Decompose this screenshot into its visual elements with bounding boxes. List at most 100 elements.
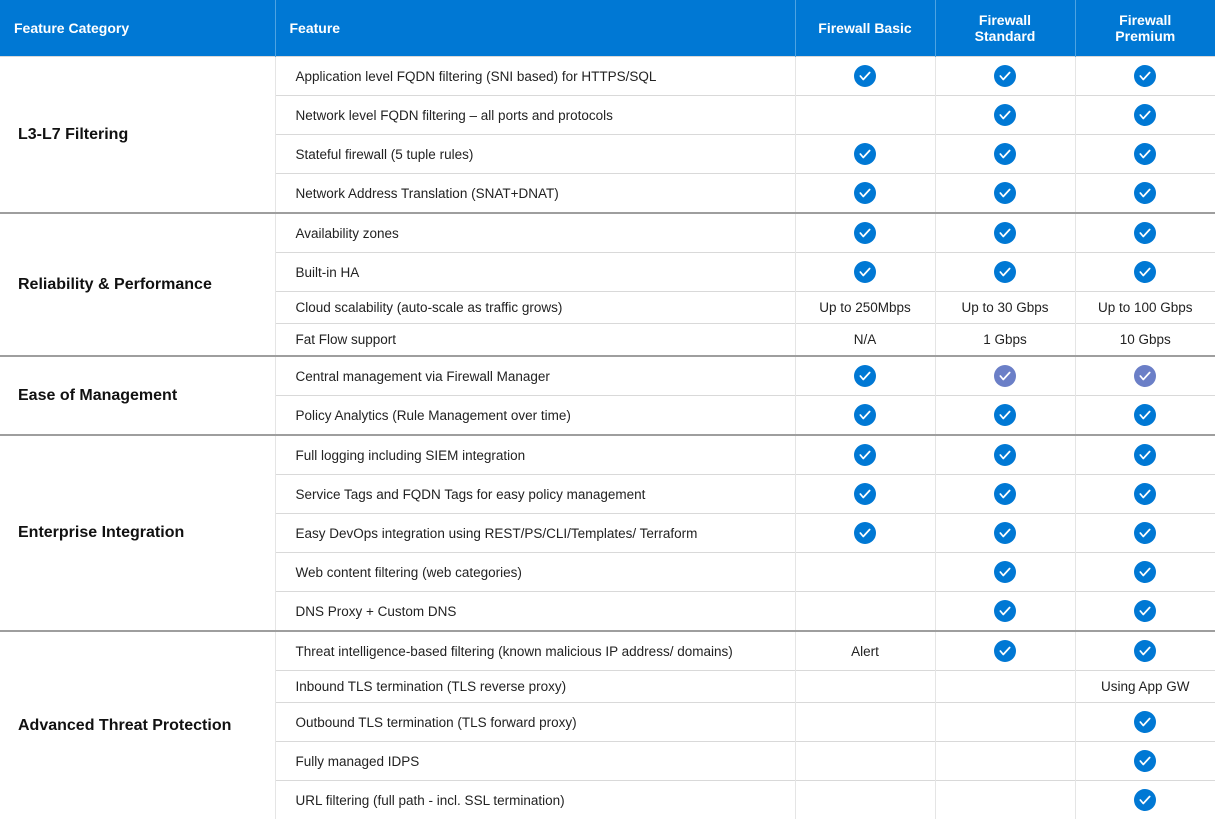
header-tier-basic: Firewall Basic (795, 0, 935, 57)
table-row: L3-L7 FilteringApplication level FQDN fi… (0, 57, 1215, 96)
check-icon (1134, 483, 1156, 505)
check-icon (1134, 182, 1156, 204)
tier-cell (935, 174, 1075, 214)
tier-cell: Using App GW (1075, 671, 1215, 703)
feature-cell: Web content filtering (web categories) (275, 553, 795, 592)
tier-cell (1075, 174, 1215, 214)
check-icon (1134, 561, 1156, 583)
feature-cell: Easy DevOps integration using REST/PS/CL… (275, 514, 795, 553)
check-icon (1134, 750, 1156, 772)
check-icon (1134, 640, 1156, 662)
category-cell: Ease of Management (0, 356, 275, 435)
tier-cell (935, 553, 1075, 592)
tier-cell (1075, 253, 1215, 292)
tier-cell (935, 396, 1075, 436)
tier-cell (935, 742, 1075, 781)
feature-cell: Availability zones (275, 213, 795, 253)
tier-cell (795, 671, 935, 703)
tier-cell (795, 213, 935, 253)
tier-cell (935, 592, 1075, 632)
tier-cell (1075, 514, 1215, 553)
tier-cell: Up to 30 Gbps (935, 292, 1075, 324)
tier-cell: 10 Gbps (1075, 324, 1215, 357)
check-icon (854, 65, 876, 87)
feature-cell: Full logging including SIEM integration (275, 435, 795, 475)
tier-cell (935, 631, 1075, 671)
tier-cell (795, 475, 935, 514)
check-icon (994, 222, 1016, 244)
tier-cell (795, 356, 935, 396)
tier-cell (935, 135, 1075, 174)
check-icon (994, 104, 1016, 126)
tier-cell (935, 514, 1075, 553)
tier-cell (795, 553, 935, 592)
check-icon (1134, 600, 1156, 622)
check-icon (1134, 104, 1156, 126)
tier-cell (795, 253, 935, 292)
feature-cell: Fat Flow support (275, 324, 795, 357)
check-icon (1134, 522, 1156, 544)
tier-cell (935, 356, 1075, 396)
tier-cell: Alert (795, 631, 935, 671)
feature-comparison-table: Feature Category Feature Firewall Basic … (0, 0, 1215, 819)
check-icon (1134, 404, 1156, 426)
feature-cell: DNS Proxy + Custom DNS (275, 592, 795, 632)
feature-cell: Network level FQDN filtering – all ports… (275, 96, 795, 135)
tier-cell (1075, 475, 1215, 514)
tier-cell (1075, 396, 1215, 436)
tier-cell (935, 435, 1075, 475)
check-icon (854, 483, 876, 505)
tier-cell: Up to 100 Gbps (1075, 292, 1215, 324)
check-icon (854, 222, 876, 244)
check-icon (1134, 261, 1156, 283)
tier-cell (795, 174, 935, 214)
feature-cell: URL filtering (full path - incl. SSL ter… (275, 781, 795, 819)
tier-cell (935, 96, 1075, 135)
tier-cell (1075, 553, 1215, 592)
check-icon (994, 143, 1016, 165)
check-icon (854, 404, 876, 426)
tier-cell (1075, 213, 1215, 253)
feature-cell: Network Address Translation (SNAT+DNAT) (275, 174, 795, 214)
feature-cell: Fully managed IDPS (275, 742, 795, 781)
category-cell: L3-L7 Filtering (0, 57, 275, 214)
check-icon (994, 444, 1016, 466)
tier-cell (795, 592, 935, 632)
check-icon (854, 365, 876, 387)
category-cell: Enterprise Integration (0, 435, 275, 631)
check-icon (1134, 711, 1156, 733)
tier-cell (935, 57, 1075, 96)
feature-cell: Application level FQDN filtering (SNI ba… (275, 57, 795, 96)
check-icon (854, 261, 876, 283)
check-icon (1134, 444, 1156, 466)
check-icon (1134, 789, 1156, 811)
feature-cell: Inbound TLS termination (TLS reverse pro… (275, 671, 795, 703)
check-icon (994, 561, 1016, 583)
check-icon (854, 143, 876, 165)
tier-cell (1075, 592, 1215, 632)
tier-cell (795, 514, 935, 553)
tier-cell (1075, 703, 1215, 742)
feature-cell: Built-in HA (275, 253, 795, 292)
feature-cell: Central management via Firewall Manager (275, 356, 795, 396)
tier-cell (795, 781, 935, 819)
check-icon (994, 182, 1016, 204)
table-row: Reliability & PerformanceAvailability zo… (0, 213, 1215, 253)
tier-cell (935, 671, 1075, 703)
tier-cell: N/A (795, 324, 935, 357)
feature-cell: Threat intelligence-based filtering (kno… (275, 631, 795, 671)
category-cell: Reliability & Performance (0, 213, 275, 356)
header-tier-standard: Firewall Standard (935, 0, 1075, 57)
check-icon (854, 182, 876, 204)
tier-cell (1075, 781, 1215, 819)
check-icon (854, 444, 876, 466)
tier-cell (935, 781, 1075, 819)
table-row: Advanced Threat ProtectionThreat intelli… (0, 631, 1215, 671)
feature-cell: Stateful firewall (5 tuple rules) (275, 135, 795, 174)
tier-cell (795, 435, 935, 475)
check-icon (994, 640, 1016, 662)
tier-cell (935, 475, 1075, 514)
feature-cell: Outbound TLS termination (TLS forward pr… (275, 703, 795, 742)
header-tier-premium: Firewall Premium (1075, 0, 1215, 57)
tier-cell (795, 396, 935, 436)
